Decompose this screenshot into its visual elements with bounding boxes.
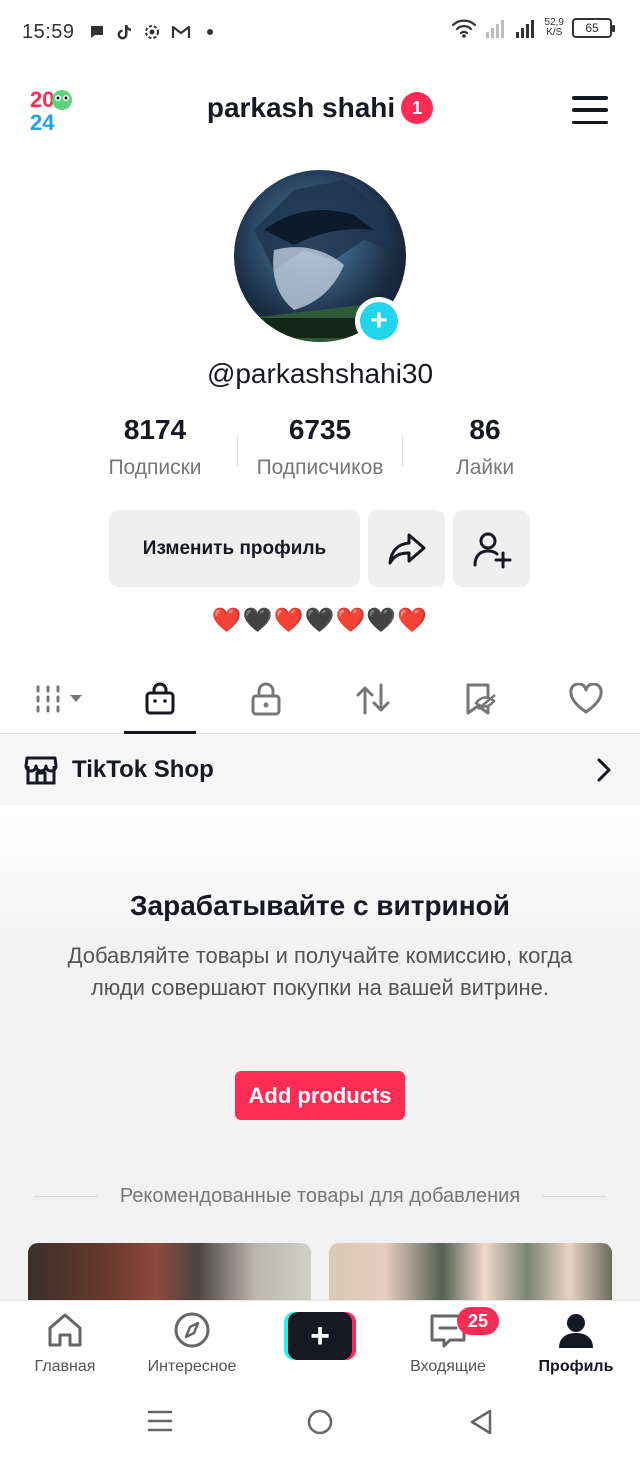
profile-header: 20 24 parkash shahi 1: [0, 82, 640, 140]
saved-hidden-icon: [466, 683, 496, 715]
recent-apps-icon[interactable]: [147, 1408, 173, 1434]
recommended-label: Рекомендованные товары для добавления: [119, 1185, 521, 1207]
profile-tabs: [0, 664, 640, 734]
stat-likes-value: 86: [469, 414, 501, 445]
plus-icon: +: [360, 302, 398, 340]
product-card-image[interactable]: [329, 1243, 612, 1300]
battery-icon: 65: [572, 18, 615, 38]
repost-icon: [356, 683, 390, 715]
nav-profile-label: Профиль: [538, 1358, 614, 1375]
product-card-image[interactable]: [28, 1243, 311, 1300]
menu-icon[interactable]: [572, 96, 608, 124]
stat-followers-value: 6735: [288, 414, 352, 445]
promo-title: Зарабатывайте с витриной: [129, 890, 510, 921]
stat-following[interactable]: 8174 Подписки: [70, 414, 240, 480]
signal-weak-icon: [485, 20, 504, 38]
account-notification-badge: 1: [401, 92, 434, 124]
tab-liked[interactable]: [546, 664, 626, 734]
home-circle-icon[interactable]: [306, 1408, 334, 1436]
add-friends-button[interactable]: [453, 510, 530, 587]
chevron-right-icon: [597, 758, 611, 782]
lock-icon: [251, 682, 281, 716]
plus-icon: +: [288, 1312, 352, 1360]
tiktok-shop-label: TikTok Shop: [72, 756, 214, 783]
home-icon: [48, 1313, 82, 1347]
profile-username: parkash shahi: [206, 92, 396, 123]
network-speed: 52,9 K/S: [545, 18, 564, 38]
add-products-button[interactable]: Add products: [235, 1071, 405, 1120]
settings-app-icon: [144, 25, 159, 39]
nav-profile[interactable]: Профиль: [511, 1311, 640, 1376]
share-icon: [388, 533, 425, 564]
stat-likes-label: Лайки: [455, 456, 515, 479]
stat-following-label: Подписки: [108, 456, 202, 479]
add-avatar-button[interactable]: +: [355, 297, 403, 345]
status-system-icons: 52,9 K/S 65: [451, 18, 615, 38]
nav-inbox[interactable]: 25 Входящие: [383, 1307, 513, 1376]
wifi-icon: [451, 19, 476, 38]
nav-discover[interactable]: Интересное: [127, 1311, 257, 1376]
system-navigation: [0, 1386, 640, 1458]
profile-stats: 8174 Подписки 6735 Подписчиков 86 Лайки: [0, 414, 640, 494]
message-icon: [90, 26, 103, 38]
tab-private[interactable]: [226, 664, 306, 734]
stat-likes[interactable]: 86 Лайки: [400, 414, 570, 480]
nav-discover-label: Интересное: [147, 1358, 237, 1375]
tab-saved[interactable]: [440, 664, 520, 734]
profile-icon: [559, 1314, 593, 1348]
recommended-divider: Рекомендованные товары для добавления: [34, 1185, 606, 1208]
tab-videos[interactable]: [20, 664, 100, 734]
compass-icon: [174, 1312, 210, 1348]
more-dot-icon: [206, 29, 213, 35]
status-notification-icons: [89, 23, 213, 41]
gmail-icon: [171, 25, 190, 38]
back-icon[interactable]: [468, 1408, 494, 1436]
nav-home-label: Главная: [34, 1358, 96, 1375]
inbox-badge: 25: [457, 1307, 499, 1335]
promo-description: Добавляйте товары и получайте комиссию, …: [67, 943, 573, 1000]
nav-home[interactable]: Главная: [0, 1311, 130, 1376]
nav-inbox-label: Входящие: [410, 1358, 486, 1375]
tiktok-icon: [117, 25, 131, 40]
tab-active-indicator: [124, 731, 196, 734]
username-title[interactable]: parkash shahi 1: [0, 92, 640, 124]
profile-handle: @parkashshahi30: [206, 358, 434, 389]
store-icon: [24, 756, 58, 785]
tab-shop[interactable]: [120, 664, 200, 734]
tab-reposts[interactable]: [333, 664, 413, 734]
edit-profile-button[interactable]: Изменить профиль: [109, 510, 360, 587]
bottom-navigation: Главная Интересное + 25 Входящие Профиль: [0, 1300, 640, 1386]
create-button[interactable]: +: [284, 1312, 356, 1360]
stat-following-value: 8174: [123, 414, 187, 445]
signal-icon: [515, 20, 534, 38]
status-bar: 15:59 52,9 K/S 65: [0, 0, 640, 64]
network-speed-unit: K/S: [546, 27, 563, 38]
share-profile-button[interactable]: [368, 510, 445, 587]
stat-followers[interactable]: 6735 Подписчиков: [235, 414, 405, 480]
profile-bio: ❤️🖤❤️🖤❤️🖤❤️: [211, 607, 429, 634]
stat-followers-label: Подписчиков: [256, 456, 384, 479]
heart-icon: [569, 683, 603, 714]
showcase-promo: Зарабатывайте с витриной Добавляйте това…: [0, 805, 640, 1300]
add-user-icon: [473, 532, 511, 568]
shop-bag-icon: [145, 682, 175, 715]
status-time: 15:59: [22, 20, 75, 43]
grid-icon: [36, 685, 82, 713]
tiktok-shop-row[interactable]: TikTok Shop: [0, 735, 640, 805]
